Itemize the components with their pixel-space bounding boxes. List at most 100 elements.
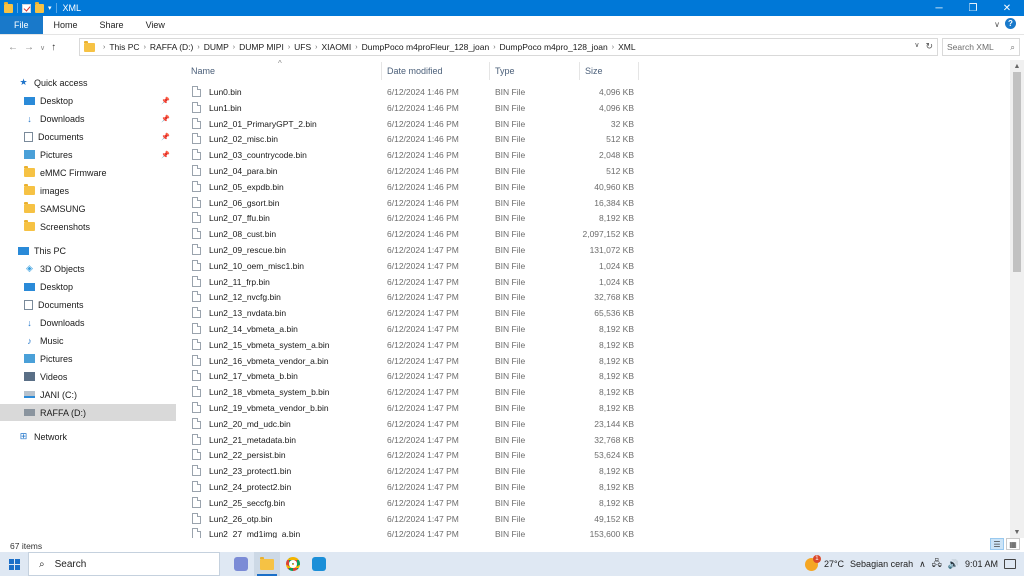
nav-item-music[interactable]: ♪ Music: [0, 332, 176, 349]
file-row[interactable]: Lun2_14_vbmeta_a.bin 6/12/2024 1:47 PM BIN…: [178, 321, 638, 337]
nav-item-images[interactable]: images: [0, 182, 176, 199]
file-row[interactable]: Lun2_09_rescue.bin 6/12/2024 1:47 PM BIN F…: [178, 242, 638, 258]
chevron-right-icon[interactable]: ›: [288, 44, 290, 51]
column-name[interactable]: Name: [191, 66, 215, 76]
file-row[interactable]: Lun2_15_vbmeta_system_a.bin 6/12/2024 1:4…: [178, 337, 638, 353]
taskbar-search[interactable]: ⌕ Search: [28, 552, 220, 576]
file-row[interactable]: Lun2_23_protect1.bin 6/12/2024 1:47 PM BIN…: [178, 463, 638, 479]
column-size[interactable]: Size: [585, 66, 603, 76]
vertical-scrollbar[interactable]: ▲ ▼: [1010, 60, 1024, 538]
weather-temperature[interactable]: 27°C: [824, 559, 844, 569]
scroll-up-icon[interactable]: ▲: [1010, 60, 1024, 72]
file-row[interactable]: Lun2_05_expdb.bin 6/12/2024 1:46 PM BIN Fi…: [178, 179, 638, 195]
file-row[interactable]: Lun2_04_para.bin 6/12/2024 1:46 PM BIN Fil…: [178, 163, 638, 179]
taskbar-app-icon[interactable]: [228, 552, 254, 576]
taskbar-file-explorer[interactable]: [254, 552, 280, 576]
file-row[interactable]: Lun2_27_md1img_a.bin 6/12/2024 1:47 PM BIN…: [178, 526, 638, 538]
file-row[interactable]: Lun2_22_persist.bin 6/12/2024 1:47 PM BIN …: [178, 447, 638, 463]
refresh-icon[interactable]: ↻: [925, 41, 933, 52]
breadcrumb-dumppoco-m4pro[interactable]: DumpPoco m4pro_128_joan: [500, 42, 608, 52]
up-arrow-icon[interactable]: ↑: [51, 42, 56, 53]
network-icon[interactable]: 🖧: [932, 556, 942, 572]
breadcrumb-dumppoco-fleur[interactable]: DumpPoco m4proFleur_128_joan: [362, 42, 490, 52]
column-divider[interactable]: [381, 62, 382, 80]
file-row[interactable]: Lun2_06_gsort.bin 6/12/2024 1:46 PM BIN Fi…: [178, 195, 638, 211]
nav-item-raffa-d[interactable]: RAFFA (D:): [0, 404, 176, 421]
nav-item-3d-objects[interactable]: ◈ 3D Objects: [0, 260, 176, 277]
chevron-right-icon[interactable]: ›: [355, 44, 357, 51]
breadcrumb-this-pc[interactable]: This PC: [109, 42, 139, 52]
help-icon[interactable]: ?: [1005, 18, 1016, 29]
breadcrumb-ufs[interactable]: UFS: [294, 42, 311, 52]
file-row[interactable]: Lun2_26_otp.bin 6/12/2024 1:47 PM BIN File…: [178, 511, 638, 527]
pin-icon[interactable]: 📌: [161, 151, 170, 159]
close-button[interactable]: ✕: [990, 0, 1024, 16]
file-row[interactable]: Lun2_13_nvdata.bin 6/12/2024 1:47 PM BIN F…: [178, 305, 638, 321]
file-row[interactable]: Lun2_20_md_udc.bin 6/12/2024 1:47 PM BIN F…: [178, 416, 638, 432]
scroll-down-icon[interactable]: ▼: [1010, 526, 1024, 538]
nav-quick-access[interactable]: ★ Quick access: [0, 74, 176, 91]
tab-view[interactable]: View: [135, 16, 176, 34]
column-type[interactable]: Type: [495, 66, 515, 76]
nav-item-jani-c[interactable]: JANI (C:): [0, 386, 176, 403]
column-divider[interactable]: [489, 62, 490, 80]
nav-network[interactable]: ⊞ Network: [0, 428, 176, 445]
taskbar-chrome[interactable]: [280, 552, 306, 576]
chevron-right-icon[interactable]: ›: [315, 44, 317, 51]
nav-item-desktop[interactable]: Desktop 📌: [0, 92, 176, 109]
nav-item-pc-documents[interactable]: Documents: [0, 296, 176, 313]
file-row[interactable]: Lun2_24_protect2.bin 6/12/2024 1:47 PM BIN…: [178, 479, 638, 495]
file-row[interactable]: Lun0.bin 6/12/2024 1:46 PM BIN File 4,096 K…: [178, 84, 638, 100]
weather-icon[interactable]: 1: [804, 554, 821, 571]
expand-ribbon-icon[interactable]: ∨: [994, 20, 1000, 29]
nav-item-pictures[interactable]: Pictures 📌: [0, 146, 176, 163]
notification-icon[interactable]: [1004, 559, 1016, 569]
file-row[interactable]: Lun2_11_frp.bin 6/12/2024 1:47 PM BIN File…: [178, 274, 638, 290]
customize-toolbar-icon[interactable]: ▾: [48, 4, 52, 12]
address-bar[interactable]: › This PC › RAFFA (D:) › DUMP › DUMP MIP…: [79, 38, 938, 56]
breadcrumb-raffa-d[interactable]: RAFFA (D:): [150, 42, 193, 52]
hidden-icons-icon[interactable]: ∧: [919, 559, 926, 570]
minimize-button[interactable]: ─: [922, 0, 956, 16]
nav-this-pc[interactable]: This PC: [0, 242, 176, 259]
nav-item-emmc-firmware[interactable]: eMMC Firmware: [0, 164, 176, 181]
file-row[interactable]: Lun2_21_metadata.bin 6/12/2024 1:47 PM BIN…: [178, 432, 638, 448]
tab-home[interactable]: Home: [43, 16, 89, 34]
volume-icon[interactable]: 🔊: [948, 559, 959, 570]
tab-file[interactable]: File: [0, 16, 43, 34]
nav-item-pc-pictures[interactable]: Pictures: [0, 350, 176, 367]
chevron-right-icon[interactable]: ›: [612, 44, 614, 51]
nav-item-pc-desktop[interactable]: Desktop: [0, 278, 176, 295]
address-dropdown-icon[interactable]: ∨: [914, 41, 919, 52]
nav-item-documents[interactable]: Documents 📌: [0, 128, 176, 145]
back-arrow-icon[interactable]: ←: [8, 42, 18, 53]
column-divider[interactable]: [638, 62, 639, 80]
file-row[interactable]: Lun2_25_seccfg.bin 6/12/2024 1:47 PM BIN F…: [178, 495, 638, 511]
scrollbar-thumb[interactable]: [1013, 72, 1021, 272]
file-row[interactable]: Lun2_19_vbmeta_vendor_b.bin 6/12/2024 1:4…: [178, 400, 638, 416]
file-row[interactable]: Lun2_02_misc.bin 6/12/2024 1:46 PM BIN Fil…: [178, 131, 638, 147]
recent-locations-icon[interactable]: ∨: [40, 44, 45, 52]
file-row[interactable]: Lun2_10_oem_misc1.bin 6/12/2024 1:47 PM BI…: [178, 258, 638, 274]
breadcrumb-xml[interactable]: XML: [618, 42, 635, 52]
chevron-right-icon[interactable]: ›: [197, 44, 199, 51]
nav-item-screenshots[interactable]: Screenshots: [0, 218, 176, 235]
file-row[interactable]: Lun2_03_countrycode.bin 6/12/2024 1:46 PM…: [178, 147, 638, 163]
file-row[interactable]: Lun2_07_ffu.bin 6/12/2024 1:46 PM BIN File…: [178, 210, 638, 226]
clock[interactable]: 9:01 AM: [965, 559, 998, 569]
file-row[interactable]: Lun2_16_vbmeta_vendor_a.bin 6/12/2024 1:4…: [178, 353, 638, 369]
chevron-right-icon[interactable]: ›: [233, 44, 235, 51]
breadcrumb-dump-mipi[interactable]: DUMP MIPI: [239, 42, 284, 52]
search-box[interactable]: Search XML ⌕: [942, 38, 1020, 56]
nav-item-videos[interactable]: Videos: [0, 368, 176, 385]
pin-icon[interactable]: 📌: [161, 115, 170, 123]
file-row[interactable]: Lun2_01_PrimaryGPT_2.bin 6/12/2024 1:46 P…: [178, 116, 638, 132]
pin-icon[interactable]: 📌: [161, 133, 170, 141]
tab-share[interactable]: Share: [89, 16, 135, 34]
pin-icon[interactable]: 📌: [161, 97, 170, 105]
breadcrumb-dump[interactable]: DUMP: [204, 42, 229, 52]
file-row[interactable]: Lun1.bin 6/12/2024 1:46 PM BIN File 4,096 K…: [178, 100, 638, 116]
start-button[interactable]: [0, 552, 28, 576]
taskbar-store[interactable]: [306, 552, 332, 576]
chevron-right-icon[interactable]: ›: [493, 44, 495, 51]
